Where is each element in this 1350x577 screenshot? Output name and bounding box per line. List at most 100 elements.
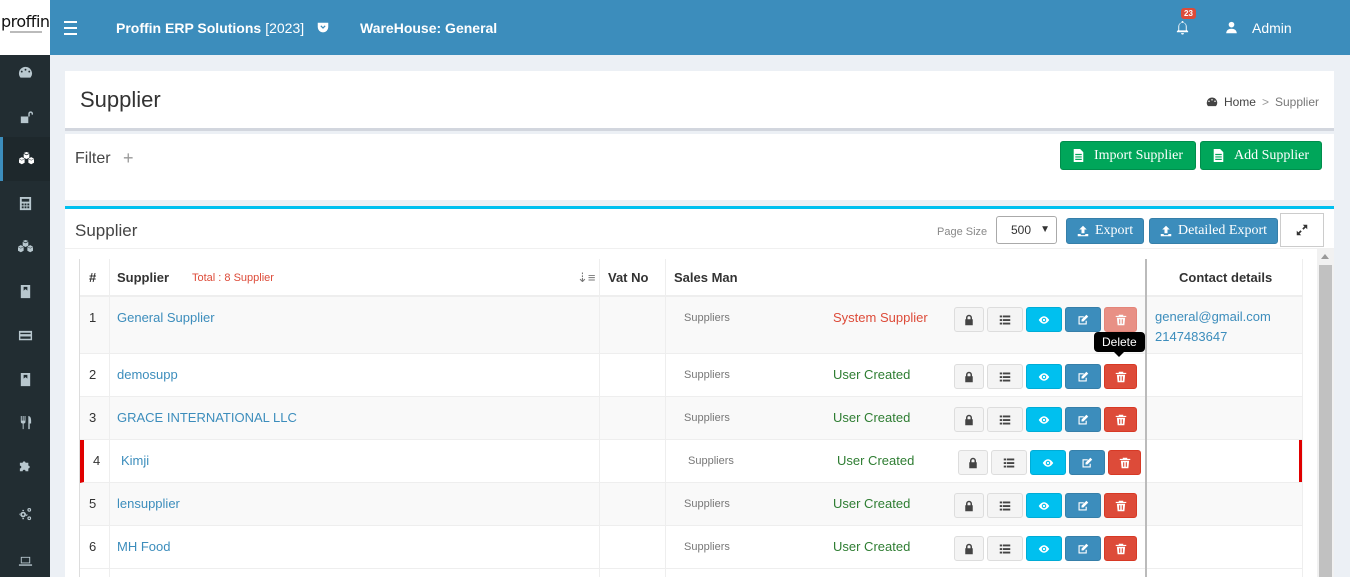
import-supplier-button[interactable]: Import Supplier — [1060, 141, 1197, 170]
sidebar-item-inventory[interactable] — [0, 137, 50, 181]
lock-button[interactable] — [958, 450, 988, 475]
sidebar-item-restaurant[interactable] — [0, 400, 50, 444]
supplier-total-count: Total : 8 Supplier — [192, 272, 274, 284]
supplier-name-link[interactable]: lensupplier — [117, 496, 180, 511]
book-alt-icon — [18, 372, 33, 387]
supplier-type: User Created — [833, 410, 911, 425]
edit-button[interactable] — [1065, 493, 1101, 518]
filter-title[interactable]: Filter — [75, 150, 111, 168]
edit-button[interactable] — [1065, 307, 1101, 332]
delete-button[interactable] — [1104, 307, 1137, 332]
salesman-value: Suppliers — [684, 412, 730, 424]
row-number: 5 — [89, 496, 97, 511]
sidebar-item-ledger[interactable] — [0, 269, 50, 313]
ledger-button[interactable] — [987, 307, 1023, 332]
col-divider — [1302, 259, 1303, 577]
breadcrumb-separator: > — [1261, 95, 1269, 109]
lock-button[interactable] — [954, 407, 984, 432]
add-supplier-button[interactable]: Add Supplier — [1200, 141, 1323, 170]
export-button[interactable]: Export — [1066, 218, 1145, 244]
list-icon — [999, 500, 1011, 512]
lock-button[interactable] — [954, 536, 984, 561]
unlock-icon — [18, 109, 33, 124]
ledger-button[interactable] — [987, 536, 1023, 561]
supplier-name-link[interactable]: MH Food — [117, 539, 170, 554]
frozen-column-divider — [1145, 259, 1147, 577]
sidebar-item-plugins[interactable] — [0, 444, 50, 488]
view-button[interactable] — [1026, 536, 1062, 561]
edit-button[interactable] — [1069, 450, 1105, 475]
sidebar-item-payments[interactable] — [0, 313, 50, 357]
sidebar-item-settings[interactable] — [0, 492, 50, 536]
cubes-alt-icon — [18, 240, 33, 255]
supplier-name-link[interactable]: demosupp — [117, 367, 178, 382]
eye-icon — [1042, 457, 1054, 469]
contact-phone[interactable]: 2147483647 — [1155, 327, 1271, 347]
page-size-select[interactable]: 500 ▼ — [996, 216, 1057, 244]
view-button[interactable] — [1030, 450, 1066, 475]
delete-button[interactable] — [1104, 407, 1137, 432]
supplier-type: User Created — [837, 453, 915, 468]
supplier-name-link[interactable]: Kimji — [121, 453, 149, 468]
delete-tooltip: Delete — [1094, 332, 1145, 357]
user-menu[interactable]: Admin — [1225, 0, 1292, 55]
trash-icon — [1115, 314, 1127, 326]
detailed-export-button[interactable]: Detailed Export — [1149, 218, 1279, 244]
delete-button[interactable] — [1104, 493, 1137, 518]
salesman-value: Suppliers — [684, 541, 730, 553]
table-scrollbar[interactable] — [1317, 249, 1334, 577]
lock-button[interactable] — [954, 493, 984, 518]
view-button[interactable] — [1026, 364, 1062, 389]
supplier-name-link[interactable]: General Supplier — [117, 310, 215, 325]
sidebar-item-pos[interactable] — [0, 539, 50, 577]
delete-button[interactable] — [1104, 364, 1137, 389]
credit-card-icon — [18, 328, 33, 343]
contact-email[interactable]: general@gmail.com — [1155, 307, 1271, 327]
warehouse-shield[interactable] — [316, 0, 330, 55]
lock-button[interactable] — [954, 364, 984, 389]
sidebar-item-products[interactable] — [0, 225, 50, 269]
sidebar-item-reports[interactable] — [0, 357, 50, 401]
user-icon — [1225, 21, 1238, 34]
ledger-button[interactable] — [991, 450, 1027, 475]
add-supplier-label: Add Supplier — [1234, 147, 1310, 163]
filter-expand-toggle[interactable]: + — [123, 148, 134, 169]
view-button[interactable] — [1026, 307, 1062, 332]
scroll-thumb[interactable] — [1319, 265, 1332, 577]
row-number: 3 — [89, 410, 97, 425]
col-header-salesman: Sales Man — [674, 270, 738, 285]
sort-icon[interactable]: ⇣≡ — [577, 270, 595, 286]
breadcrumb-home[interactable]: Home — [1224, 95, 1256, 109]
supplier-name-link[interactable]: GRACE INTERNATIONAL LLC — [117, 410, 297, 425]
edit-icon — [1077, 414, 1089, 426]
ledger-button[interactable] — [987, 407, 1023, 432]
edit-button[interactable] — [1065, 407, 1101, 432]
view-button[interactable] — [1026, 493, 1062, 518]
app-title: Proffin ERP Solutions [2023] — [116, 0, 304, 55]
table-header: # Supplier Total : 8 Supplier ⇣≡ Vat No … — [80, 259, 1303, 297]
list-icon — [999, 371, 1011, 383]
ledger-button[interactable] — [987, 364, 1023, 389]
sidebar-item-dashboard[interactable] — [0, 50, 50, 94]
ledger-button[interactable] — [987, 493, 1023, 518]
sidebar-item-access[interactable] — [0, 94, 50, 138]
scroll-up-arrow[interactable] — [1321, 254, 1329, 259]
sidebar-toggle-button[interactable] — [64, 0, 77, 55]
col-header-supplier[interactable]: Supplier — [117, 259, 169, 297]
upload-icon — [1077, 225, 1089, 237]
fullscreen-button[interactable] — [1280, 213, 1324, 247]
delete-button[interactable] — [1104, 536, 1137, 561]
sidebar-item-accounts[interactable] — [0, 181, 50, 225]
view-button[interactable] — [1026, 407, 1062, 432]
logo[interactable]: proffin — [0, 0, 50, 55]
delete-button[interactable] — [1108, 450, 1141, 475]
calculator-icon — [18, 196, 33, 211]
warehouse-label[interactable]: WareHouse: General — [360, 0, 497, 55]
edit-button[interactable] — [1065, 536, 1101, 561]
lock-icon — [963, 371, 975, 383]
lock-button[interactable] — [954, 307, 984, 332]
edit-button[interactable] — [1065, 364, 1101, 389]
col-divider — [109, 259, 110, 577]
supplier-type: User Created — [833, 496, 911, 511]
menu-icon-bar — [64, 26, 77, 29]
